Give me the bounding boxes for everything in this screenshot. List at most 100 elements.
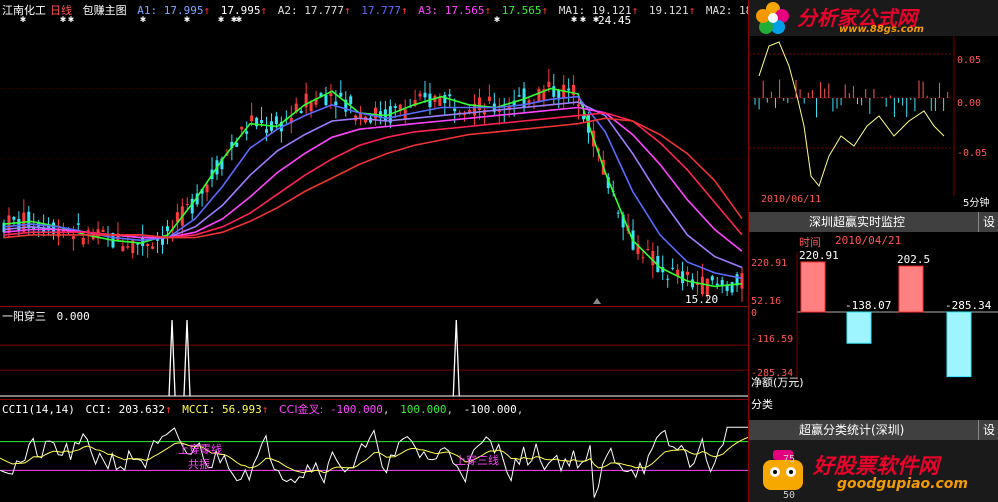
flow-bar-3 [946,311,972,378]
arrow-up-icon: ↑ [203,4,211,17]
annotation-cross-zero: 上穿零线 [178,443,222,456]
cci-header: CCI1(14,14) CCI: 203.632↑ MCCI: 56.993↑ … [2,403,524,416]
stats-title: 超赢分类统计(深圳) [799,423,905,437]
intraday-tick-1: 0.05 [957,55,982,66]
cci-name: CCI1(14,14) [2,403,75,416]
candle-body [537,89,541,102]
a1-value: 17.995 [163,4,204,17]
arrow-up-icon: ↑ [164,403,172,416]
signal-value: 0.000 [56,310,90,323]
signal-spike [452,319,460,397]
candle-body [27,211,31,229]
candle-body [517,95,521,97]
cci-cross-v1: -100.000 [329,403,383,416]
candle-body [12,216,16,220]
a2-value: 17.777 [304,4,344,17]
watermark-bottom: 75 50 好股票软件网 goodgupiao.com [749,440,998,502]
candle-body [324,95,328,105]
candle-body [453,108,457,112]
main-chart-panel[interactable]: ✱ ✱ ✱ ✱ ✱ ✱ ✱ ✱ ✱ ✱ ✱ ✱ 江南化工 日线 包赚主图 A1: 17.995↑ 17.… [0,0,809,307]
candle-body [686,271,690,276]
ma-line-ma2 [3,117,743,239]
candle-body [710,276,714,281]
candle-body [671,267,675,269]
candle-body [81,237,85,245]
cci-cross-v2: 100.000 [400,403,447,416]
ma-line-a2 [3,101,743,269]
indicator-name: 包赚主图 [82,4,127,17]
cci-line [0,426,748,498]
price-chart[interactable]: ✱ ✱ ✱ ✱ ✱ ✱ ✱✱ ✱ ✱ ✱ ✱ [0,0,748,306]
candle-body [641,257,645,259]
candle-body [126,246,130,248]
signal-chart[interactable] [0,306,748,399]
category-label: 分类 [751,398,773,411]
ma1-label: MA1: [558,4,586,17]
candle-body [715,283,719,286]
candle-body [740,273,744,289]
candle-body [690,279,694,288]
cci-cross-label: CCI金叉: [278,403,324,416]
period-label[interactable]: 日线 [50,4,72,17]
signal-spike [168,319,176,397]
signal-indicator-panel[interactable]: 一阳穿三 0.000 [0,306,748,400]
arrow-up-icon: ↑ [261,403,269,416]
candle-body [146,244,150,247]
candle-body [339,92,343,97]
candle-body [101,229,105,232]
candle-body [71,236,75,240]
candle-body [156,239,160,241]
candle-body [240,126,244,130]
candle-body [86,230,90,232]
y-tick-label: 0 [751,308,757,319]
arrow-up-icon: ↑ [541,4,549,17]
a3-label: A3: [418,4,439,17]
candle-body [205,184,209,193]
candle-body [443,95,447,104]
arrow-up-icon: ↑ [484,4,492,17]
value-5: 19.121 [648,4,689,17]
annotation-resonance: 共振 [188,458,210,471]
candle-body [681,271,685,284]
value-4: 17.565 [501,4,542,17]
arrow-up-icon: ↑ [688,4,696,17]
cci-value: 203.632 [118,403,165,416]
cci-indicator-panel[interactable]: CCI1(14,14) CCI: 203.632↑ MCCI: 56.993↑ … [0,399,748,502]
monitor-settings-button[interactable]: 设 [978,212,998,232]
ma-line-a1 [3,95,743,280]
signal-header: 一阳穿三 0.000 [2,308,94,324]
candle-body [76,223,80,225]
low-price-label: 15.20 [685,293,719,306]
y-tick-label: -116.59 [751,334,793,345]
candle-body [349,96,353,104]
flow-bar-0 [800,261,826,313]
candle-body [497,110,501,112]
watermark-top: 分析家公式网 www.88gs.com [749,0,998,36]
right-sidebar: 分析家公式网 www.88gs.com 2010/06/11 5分钟 0.05 … [748,0,998,502]
candle-body [616,212,620,214]
stats-titlebar: 超赢分类统计(深圳) 设 [749,420,998,440]
cci-label: CCI: [85,403,112,416]
stats-settings-button[interactable]: 设 [978,420,998,440]
candle-body [160,238,164,245]
arrow-up-icon: ↑ [260,4,268,17]
logo-top-url: www.88gs.com [839,24,924,35]
ma-line-ma1 [3,112,743,239]
candle-body [423,92,427,98]
stats-tick-1: 75 [783,454,796,465]
candle-body [487,96,491,101]
flow-bar-1 [846,311,872,344]
mcci-value: 56.993 [221,403,262,416]
intraday-price-line [758,41,945,188]
signal-title: 一阳穿三 [2,310,46,323]
stock-name: 江南化工 [2,4,46,17]
y-tick-label: 220.91 [751,258,787,269]
a1-label: A1: [137,4,158,17]
flow-value-label: 220.91 [799,249,839,262]
candle-body [418,93,422,97]
value-2: 17.995 [220,4,261,17]
stats-tick-2: 50 [783,490,796,501]
candle-body [666,278,670,280]
candle-body [299,110,303,114]
candle-body [393,106,397,109]
